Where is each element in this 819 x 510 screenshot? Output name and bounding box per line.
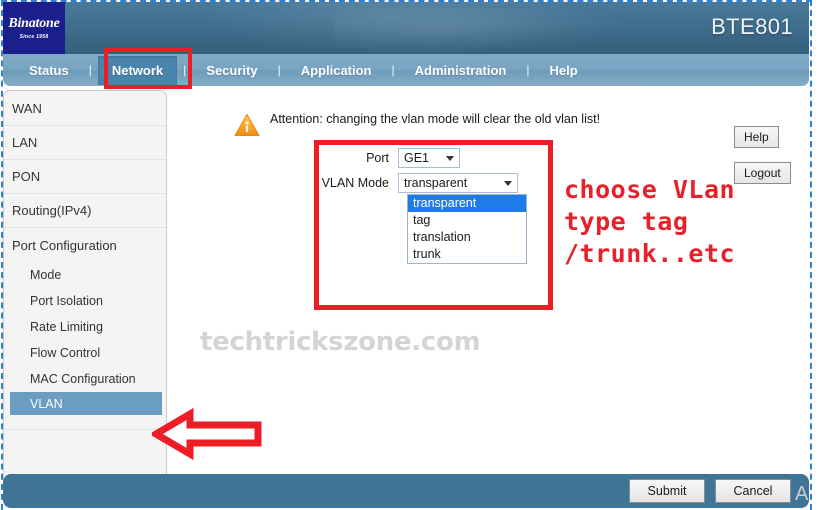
cancel-button[interactable]: Cancel — [715, 479, 791, 503]
footer-bar: Submit Cancel — [3, 474, 809, 508]
help-button[interactable]: Help — [734, 126, 779, 148]
page-frame-right — [810, 0, 812, 510]
nav-item-security[interactable]: Security — [192, 56, 271, 85]
dropdown-option-transparent[interactable]: transparent — [408, 195, 526, 212]
nav-separator: | — [183, 63, 187, 77]
sidebar-subitem-flow-control[interactable]: Flow Control — [4, 340, 166, 366]
warning-triangle-icon — [234, 113, 260, 137]
port-field-row: Port GE1 — [314, 148, 552, 168]
sidebar-subitem-rate-limiting[interactable]: Rate Limiting — [4, 314, 166, 340]
sidebar-divider — [4, 429, 166, 430]
vlan-mode-dropdown-list[interactable]: transparent tag translation trunk — [407, 194, 527, 264]
logout-button[interactable]: Logout — [734, 162, 791, 184]
sidebar-item-port-configuration[interactable]: Port Configuration — [4, 228, 166, 262]
header-banner: Binatone Since 1958 BTE801 — [3, 2, 809, 54]
port-label: Port — [366, 151, 389, 165]
sidebar-menu: WAN LAN PON Routing(IPv4) Port Configura… — [3, 90, 167, 492]
sidebar-item-pon[interactable]: PON — [4, 160, 166, 194]
nav-separator: | — [277, 63, 281, 77]
nav-separator: | — [526, 63, 530, 77]
nav-item-network[interactable]: Network — [97, 55, 178, 85]
nav-separator: | — [391, 63, 395, 77]
sidebar-subitem-port-isolation[interactable]: Port Isolation — [4, 288, 166, 314]
sidebar-subitem-mac-configuration[interactable]: MAC Configuration — [4, 366, 166, 392]
brand-logo-tagline: Since 1958 — [19, 33, 49, 40]
vlan-mode-label: VLAN Mode — [321, 176, 389, 190]
main-navigation: Status | Network | Security | Applicatio… — [3, 54, 809, 86]
nav-item-status[interactable]: Status — [15, 56, 83, 85]
device-model-label: BTE801 — [711, 14, 793, 39]
sidebar-item-wan[interactable]: WAN — [4, 92, 166, 126]
attention-notice-text: Attention: changing the vlan mode will c… — [270, 112, 601, 126]
dropdown-option-tag[interactable]: tag — [408, 212, 526, 229]
port-select[interactable]: GE1 — [398, 148, 460, 168]
vlan-mode-field-row: VLAN Mode transparent — [314, 173, 552, 193]
router-admin-page: Binatone Since 1958 BTE801 Status | Netw… — [0, 0, 819, 510]
nav-item-help[interactable]: Help — [535, 56, 591, 85]
sidebar-item-lan[interactable]: LAN — [4, 126, 166, 160]
sidebar-item-routing-ipv4[interactable]: Routing(IPv4) — [4, 194, 166, 228]
nav-item-administration[interactable]: Administration — [401, 56, 521, 85]
dropdown-option-translation[interactable]: translation — [408, 229, 526, 246]
port-select-value: GE1 — [404, 151, 430, 165]
sidebar-subitem-mode[interactable]: Mode — [4, 262, 166, 288]
sidebar-subitem-vlan[interactable]: VLAN — [10, 392, 162, 415]
attention-notice: Attention: changing the vlan mode will c… — [234, 112, 600, 137]
chevron-down-icon — [446, 156, 454, 161]
brand-logo-name: Binatone — [8, 15, 60, 31]
nav-item-application[interactable]: Application — [287, 56, 386, 85]
vlan-mode-select[interactable]: transparent — [398, 173, 518, 193]
nav-separator: | — [88, 63, 92, 77]
chevron-down-icon — [504, 181, 512, 186]
dropdown-option-trunk[interactable]: trunk — [408, 246, 526, 263]
brand-logo: Binatone Since 1958 — [3, 2, 65, 54]
vlan-mode-select-value: transparent — [404, 176, 468, 190]
vlan-form: Port GE1 VLAN Mode transparent transpare… — [314, 148, 552, 264]
content-area: Attention: changing the vlan mode will c… — [172, 90, 809, 492]
submit-button[interactable]: Submit — [629, 479, 705, 503]
